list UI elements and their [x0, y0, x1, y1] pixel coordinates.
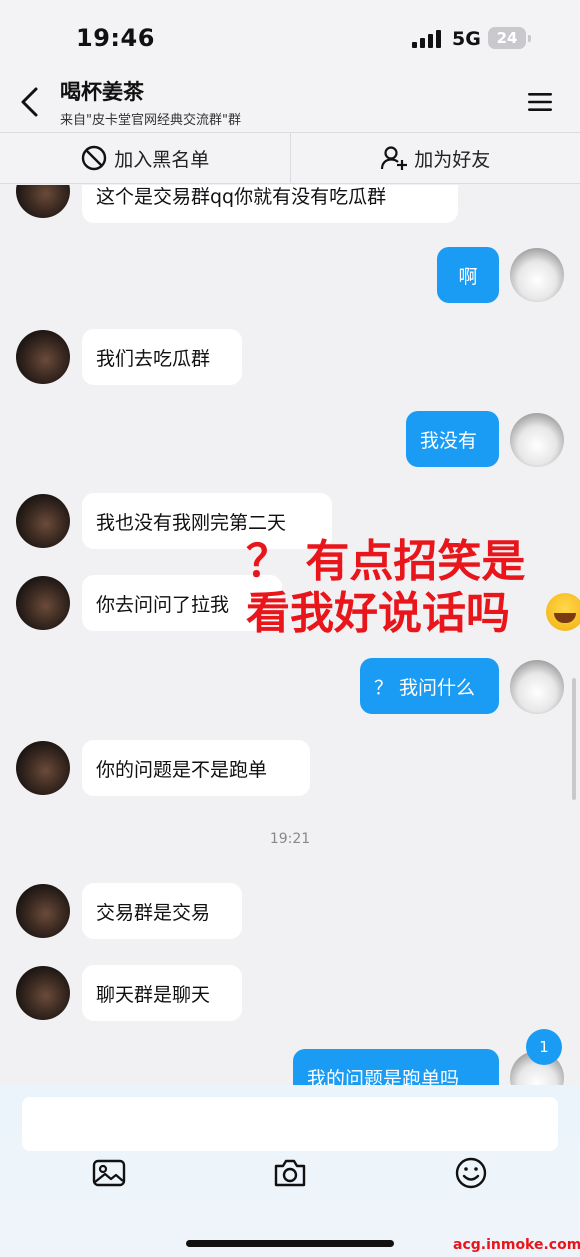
message-bubble[interactable]: 你的问题是不是跑单 [82, 740, 310, 796]
image-icon[interactable] [91, 1155, 127, 1191]
network-type: 5G [452, 28, 481, 50]
message-input[interactable] [22, 1097, 558, 1151]
block-button[interactable]: 加入黑名单 [0, 133, 290, 183]
message-bubble[interactable]: 聊天群是聊天 [82, 965, 242, 1021]
message-bubble[interactable]: 我没有 [406, 411, 499, 467]
message-bubble[interactable]: 我们去吃瓜群 [82, 329, 242, 385]
message-timestamp: 19:21 [269, 831, 311, 847]
emoji-icon[interactable] [453, 1155, 489, 1191]
contact-avatar[interactable] [16, 576, 70, 630]
block-icon [82, 145, 107, 171]
contact-avatar[interactable] [16, 966, 70, 1020]
unread-badge[interactable]: 1 [526, 1029, 562, 1065]
status-time: 19:46 [76, 24, 155, 52]
contact-avatar[interactable] [16, 741, 70, 795]
annotation-line-2: 看我好说话吗 [246, 588, 510, 639]
contact-avatar[interactable] [16, 494, 70, 548]
battery-level: 24 [496, 29, 518, 47]
signal-icon [412, 30, 441, 48]
message-bubble[interactable]: 啊 [437, 247, 499, 303]
status-bar: 19:46 5G 24 [0, 0, 580, 72]
contact-avatar[interactable] [16, 185, 70, 218]
scrollbar[interactable] [572, 678, 576, 800]
camera-icon[interactable] [272, 1155, 308, 1191]
add-friend-button[interactable]: 加为好友 [289, 133, 580, 183]
contact-avatar[interactable] [16, 330, 70, 384]
my-avatar[interactable] [510, 660, 564, 714]
add-friend-icon [381, 146, 408, 170]
battery-icon: 24 [488, 27, 531, 49]
back-arrow-icon[interactable] [16, 86, 44, 118]
annotation-line-1: ？ 有点招笑是 [246, 536, 526, 587]
input-area [0, 1085, 580, 1257]
contact-avatar[interactable] [16, 884, 70, 938]
add-friend-label: 加为好友 [414, 148, 491, 171]
chat-title: 喝杯姜茶 [60, 80, 144, 104]
my-avatar[interactable] [510, 413, 564, 467]
my-avatar[interactable] [510, 248, 564, 302]
action-bar: 加入黑名单 加为好友 [0, 132, 580, 184]
message-bubble[interactable]: 这个是交易群qq你就有没有吃瓜群 [82, 185, 458, 223]
home-indicator[interactable] [186, 1240, 394, 1247]
menu-icon[interactable] [528, 92, 552, 112]
chat-header: 喝杯姜茶 来自"皮卡堂官网经典交流群"群 [0, 72, 580, 132]
message-bubble[interactable]: ？ 我问什么 [360, 658, 499, 714]
message-bubble[interactable]: 我的问题是跑单吗 [293, 1049, 499, 1085]
block-label: 加入黑名单 [114, 148, 210, 171]
message-bubble[interactable]: 交易群是交易 [82, 883, 242, 939]
laughing-emoji-icon [546, 593, 580, 631]
chat-subtitle: 来自"皮卡堂官网经典交流群"群 [60, 113, 241, 128]
watermark: acg.inmoke.com [453, 1237, 580, 1253]
